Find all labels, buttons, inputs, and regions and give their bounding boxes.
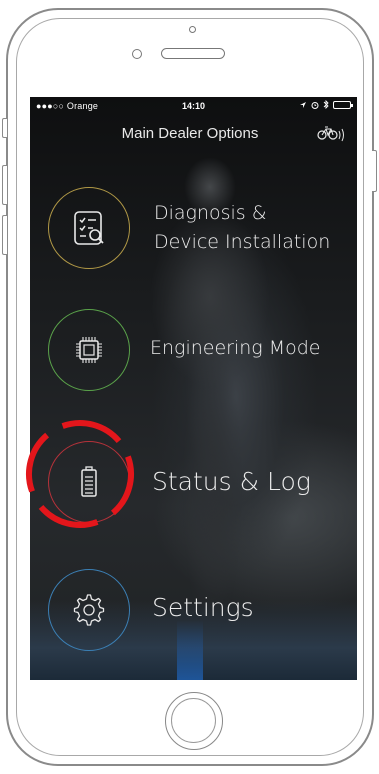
menu-item-engineering[interactable]: Engineering Mode: [30, 309, 357, 395]
engineering-ring: [48, 309, 130, 391]
front-camera: [132, 49, 142, 59]
home-button[interactable]: [165, 692, 223, 750]
gear-icon: [73, 594, 105, 626]
settings-ring: [48, 569, 130, 651]
battery-icon: [81, 466, 97, 497]
app-screen: ●●●○○ Orange 14:10 Main Dealer Options D…: [30, 97, 357, 680]
sensor: [189, 26, 196, 33]
header: Main Dealer Options: [30, 121, 357, 147]
earpiece-speaker: [161, 48, 225, 59]
battery-status-icon: [333, 100, 353, 109]
alarm-icon: [311, 101, 319, 109]
page-title: Main Dealer Options: [121, 125, 259, 142]
menu-item-status-log[interactable]: Status & Log: [30, 441, 357, 527]
engineering-label: Engineering Mode: [150, 337, 321, 359]
status-bar: ●●●○○ Orange 14:10: [30, 97, 357, 117]
diagnosis-label-line1: Diagnosis &: [154, 202, 267, 224]
diagnosis-label: Diagnosis & Device Installation: [154, 199, 330, 257]
checklist-search-icon: [74, 211, 104, 245]
location-icon: [300, 101, 306, 108]
settings-label: Settings: [152, 593, 254, 622]
bluetooth-icon: [323, 100, 329, 109]
volume-up-button: [2, 165, 7, 205]
power-button: [372, 150, 377, 192]
menu-item-diagnosis[interactable]: Diagnosis & Device Installation: [30, 187, 357, 287]
status-log-label: Status & Log: [152, 467, 311, 496]
volume-down-button: [2, 215, 7, 255]
diagnosis-label-line2: Device Installation: [154, 231, 331, 253]
menu-item-settings[interactable]: Settings: [30, 569, 357, 655]
chip-icon: [76, 337, 102, 363]
status-ring: [48, 441, 130, 523]
mute-switch: [2, 118, 7, 138]
diagnosis-ring: [48, 187, 130, 269]
bike-connection-icon[interactable]: [317, 124, 347, 142]
status-icons: [299, 100, 353, 109]
